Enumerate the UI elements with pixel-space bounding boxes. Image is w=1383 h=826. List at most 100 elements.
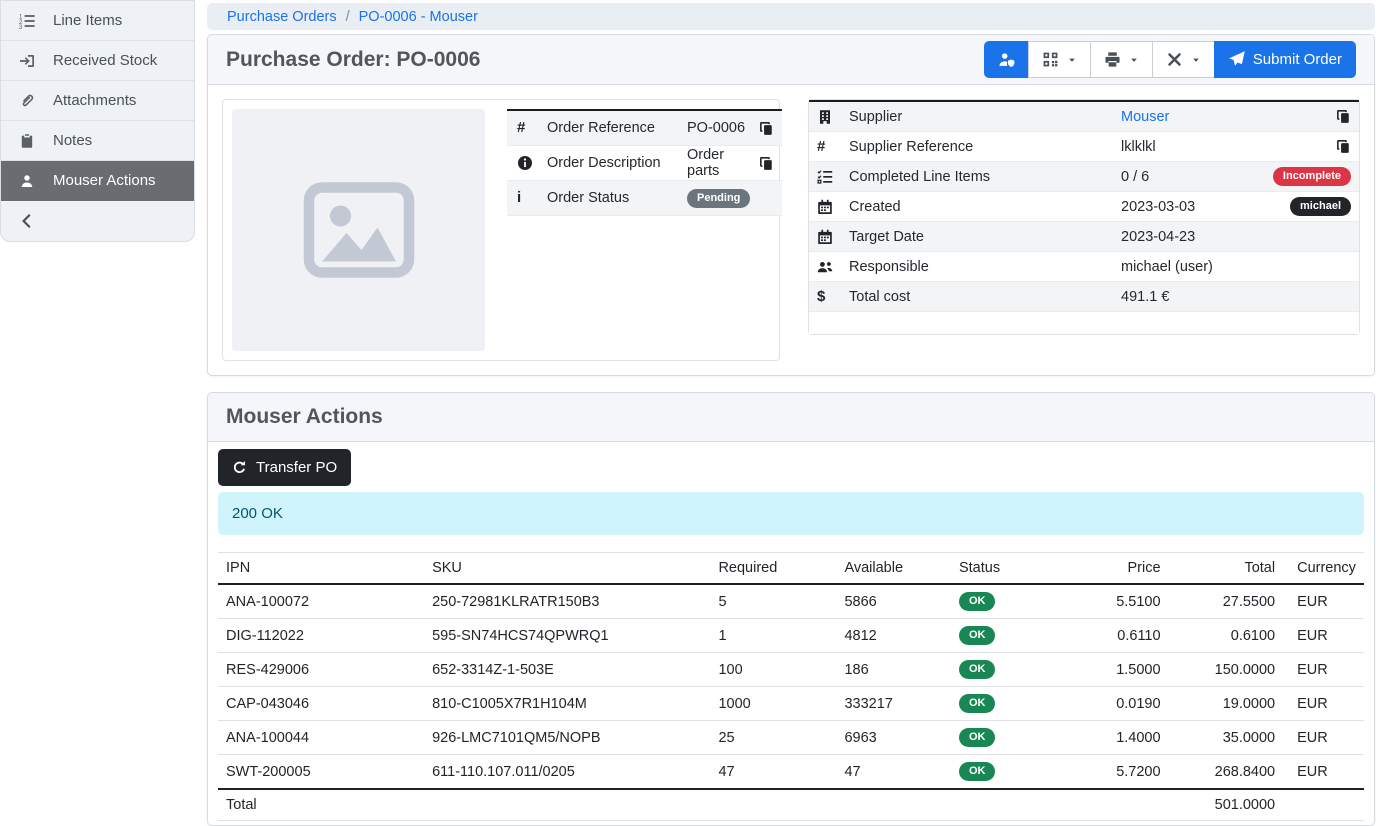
cell-status: OK — [951, 687, 1066, 721]
breadcrumb-separator: / — [346, 9, 350, 25]
detail-value: michael (user) — [1121, 259, 1351, 275]
status-badge-incomplete: Incomplete — [1273, 167, 1351, 186]
column-header-sku: SKU — [424, 553, 710, 585]
column-header-total: Total — [1169, 553, 1284, 585]
tools-icon — [1166, 51, 1183, 68]
cell-sku: 595-SN74HCS74QPWRQ1 — [424, 619, 710, 653]
table-header-row: IPNSKURequiredAvailableStatusPriceTotalC… — [218, 553, 1364, 585]
copy-icon[interactable] — [1336, 109, 1351, 124]
status-badge-ok: OK — [959, 728, 996, 747]
line-items-table-body: ANA-100072250-72981KLRATR150B355866OK5.5… — [218, 584, 1364, 789]
detail-row-end — [759, 156, 774, 171]
order-panel-body: #Order ReferencePO-0006Order Description… — [208, 85, 1374, 375]
cell-price: 1.4000 — [1066, 721, 1169, 755]
cell-required: 1000 — [710, 687, 836, 721]
detail-value: 2023-04-23 — [1121, 229, 1351, 245]
sidebar-item-received-stock[interactable]: Received Stock — [1, 41, 194, 81]
table-row-res-429006: RES-429006652-3314Z-1-503E100186OK1.5000… — [218, 653, 1364, 687]
order-actions-menu-button[interactable] — [1152, 41, 1215, 78]
detail-label: Created — [849, 199, 1121, 215]
detail-label: Supplier — [849, 109, 1121, 125]
cell-sku: 250-72981KLRATR150B3 — [424, 584, 710, 619]
status-alert-text: 200 OK — [232, 505, 283, 522]
column-header-currency: Currency — [1283, 553, 1364, 585]
building-icon — [817, 109, 849, 125]
cell-sku: 611-110.107.011/0205 — [424, 755, 710, 790]
sidebar-item-notes[interactable]: Notes — [1, 121, 194, 161]
detail-row-supplier-reference: #Supplier Referencelklklkl — [809, 132, 1359, 162]
table-row-swt-200005: SWT-200005611-110.107.011/02054747OK5.72… — [218, 755, 1364, 790]
cell-ipn: ANA-100044 — [218, 721, 424, 755]
detail-label: Supplier Reference — [849, 139, 1121, 155]
detail-value[interactable]: Mouser — [1121, 109, 1336, 125]
image-placeholder-icon — [299, 170, 419, 290]
cell-available: 5866 — [836, 584, 951, 619]
detail-value: 0 / 6 — [1121, 169, 1273, 185]
column-header-price: Price — [1066, 553, 1169, 585]
sidebar-item-line-items[interactable]: 123Line Items — [1, 1, 194, 41]
table-row-dig-112022: DIG-112022595-SN74HCS74QPWRQ114812OK0.61… — [218, 619, 1364, 653]
svg-text:3: 3 — [19, 25, 23, 29]
cell-sku: 810-C1005X7R1H104M — [424, 687, 710, 721]
caret-down-icon — [1191, 55, 1201, 65]
sidebar-item-attachments[interactable]: Attachments — [1, 81, 194, 121]
cell-ipn: RES-429006 — [218, 653, 424, 687]
cell-price: 5.5100 — [1066, 584, 1169, 619]
sidebar-items: 123Line ItemsReceived Stock Attachments No… — [1, 1, 194, 201]
cell-required: 100 — [710, 653, 836, 687]
sidebar-item-label: Attachments — [53, 92, 136, 109]
cell-price: 0.6110 — [1066, 619, 1169, 653]
copy-icon[interactable] — [759, 156, 774, 171]
copy-icon[interactable] — [759, 121, 774, 136]
admin-button[interactable] — [984, 41, 1029, 78]
detail-row-end — [1336, 109, 1351, 124]
list-check-icon — [817, 169, 849, 185]
breadcrumb-link-purchase-orders[interactable]: Purchase Orders — [227, 9, 337, 25]
cell-ipn: ANA-100072 — [218, 584, 424, 619]
status-badge-ok: OK — [959, 660, 996, 679]
detail-value: 2023-03-03 — [1121, 199, 1290, 215]
qrcode-icon — [1042, 51, 1059, 68]
copy-icon[interactable] — [1336, 139, 1351, 154]
detail-row-end: michael — [1290, 197, 1351, 216]
cell-status: OK — [951, 619, 1066, 653]
supplier-details-card: SupplierMouser#Supplier Referencelklklkl… — [808, 99, 1360, 335]
cell-required: 1 — [710, 619, 836, 653]
supplier-details-table: SupplierMouser#Supplier Referencelklklkl… — [809, 100, 1359, 312]
print-menu-button[interactable] — [1090, 41, 1153, 78]
paperclip-icon — [19, 93, 37, 109]
transfer-po-button[interactable]: Transfer PO — [218, 449, 351, 486]
sidebar-collapse-button[interactable] — [1, 201, 194, 241]
detail-row-total-cost: $Total cost491.1 € — [809, 282, 1359, 312]
plugin-panel-body: Transfer PO 200 OK IPNSKURequiredAvailab… — [208, 442, 1374, 825]
submit-order-button[interactable]: Submit Order — [1214, 41, 1356, 78]
info-icon: i — [517, 190, 547, 206]
calendar-icon — [817, 229, 849, 245]
sidebar-item-mouser-actions[interactable]: Mouser Actions — [1, 161, 194, 201]
hash-icon: # — [517, 120, 547, 136]
detail-row-supplier: SupplierMouser — [809, 102, 1359, 132]
detail-value: Pending — [687, 189, 750, 208]
detail-row-target-date: Target Date2023-04-23 — [809, 222, 1359, 252]
barcode-menu-button[interactable] — [1028, 41, 1091, 78]
cell-available: 47 — [836, 755, 951, 790]
order-panel-header: Purchase Order: PO-0006 Submit Order — [208, 35, 1374, 85]
cell-total: 0.6100 — [1169, 619, 1284, 653]
refresh-icon — [232, 460, 247, 475]
table-row-ana-100072: ANA-100072250-72981KLRATR150B355866OK5.5… — [218, 584, 1364, 619]
cell-available: 6963 — [836, 721, 951, 755]
detail-value: 491.1 € — [1121, 289, 1351, 305]
sign-in-icon — [19, 53, 37, 69]
status-badge-ok: OK — [959, 762, 996, 781]
page-title: Purchase Order: PO-0006 — [226, 48, 480, 72]
cell-status: OK — [951, 653, 1066, 687]
breadcrumb-link-current-order[interactable]: PO-0006 - Mouser — [359, 9, 478, 25]
detail-label: Order Status — [547, 190, 687, 206]
line-items-table-head: IPNSKURequiredAvailableStatusPriceTotalC… — [218, 553, 1364, 585]
detail-row-responsible: Responsiblemichael (user) — [809, 252, 1359, 282]
app-root: 123Line ItemsReceived Stock Attachments No… — [0, 0, 1383, 826]
clipboard-icon — [19, 133, 37, 149]
table-row-cap-043046: CAP-043046810-C1005X7R1H104M1000333217OK… — [218, 687, 1364, 721]
status-alert: 200 OK — [218, 492, 1364, 535]
detail-row-end — [759, 121, 774, 136]
